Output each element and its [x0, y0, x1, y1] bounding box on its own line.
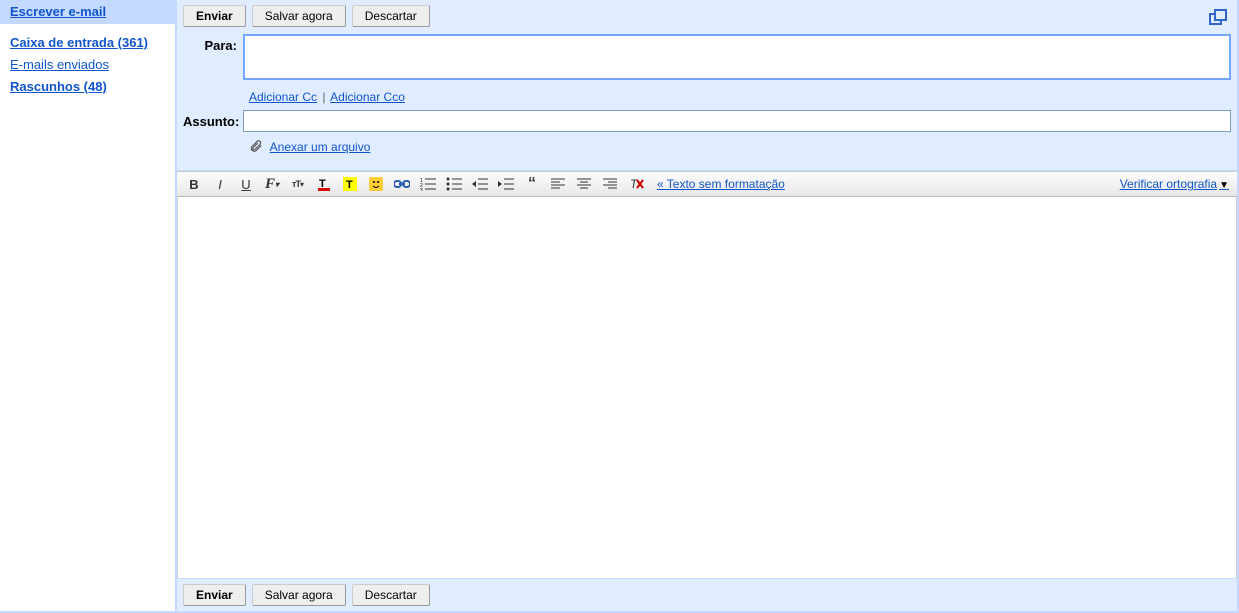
send-button[interactable]: Enviar: [183, 5, 246, 27]
sidebar-item-label[interactable]: Caixa de entrada (361): [10, 35, 148, 50]
remove-format-icon[interactable]: T: [627, 175, 645, 193]
bold-icon[interactable]: B: [185, 175, 203, 193]
discard-button-bottom[interactable]: Descartar: [352, 584, 430, 606]
save-now-button-bottom[interactable]: Salvar agora: [252, 584, 346, 606]
add-bcc-link[interactable]: Adicionar Cco: [330, 90, 405, 104]
svg-text:3: 3: [420, 188, 423, 191]
paperclip-icon: [249, 139, 263, 153]
top-button-row: Enviar Salvar agora Descartar: [177, 0, 1237, 32]
sidebar-item-sent[interactable]: E-mails enviados: [10, 54, 165, 76]
font-size-icon[interactable]: тT▾: [289, 175, 307, 193]
svg-text:T: T: [630, 177, 639, 191]
nav-list: Caixa de entrada (361) E-mails enviados …: [0, 24, 175, 106]
compose-link[interactable]: Escrever e-mail: [10, 4, 106, 19]
attach-row: Anexar um arquivo: [249, 136, 1231, 160]
indent-icon[interactable]: [497, 175, 515, 193]
dropdown-icon: ▼: [1219, 180, 1229, 191]
svg-text:T: T: [346, 179, 353, 191]
subject-field-row: Assunto:: [183, 110, 1231, 132]
formatting-toolbar: B I U F▾ тT▾ T T 123: [177, 171, 1237, 197]
popout-icon[interactable]: [1209, 9, 1225, 23]
highlight-icon[interactable]: T: [341, 175, 359, 193]
sidebar-item-drafts[interactable]: Rascunhos (48): [10, 76, 165, 98]
sidebar-item-label[interactable]: E-mails enviados: [10, 57, 109, 72]
compose-top-panel: Enviar Salvar agora Descartar Para: Adic…: [177, 0, 1237, 171]
quote-icon[interactable]: “: [523, 175, 541, 193]
link-icon[interactable]: [393, 175, 411, 193]
discard-button[interactable]: Descartar: [352, 5, 430, 27]
to-label: Para:: [183, 34, 243, 53]
spellcheck-link[interactable]: Verificar ortografia▼: [1120, 177, 1229, 191]
text-color-icon[interactable]: T: [315, 175, 333, 193]
emoji-icon[interactable]: [367, 175, 385, 193]
sidebar-item-inbox[interactable]: Caixa de entrada (361): [10, 32, 165, 54]
subject-label: Assunto:: [183, 110, 243, 129]
to-field-row: Para:: [183, 34, 1231, 83]
subject-input[interactable]: [243, 110, 1231, 132]
plain-text-link[interactable]: « Texto sem formatação: [657, 177, 785, 191]
to-input[interactable]: [243, 34, 1231, 80]
outdent-icon[interactable]: [471, 175, 489, 193]
save-now-button[interactable]: Salvar agora: [252, 5, 346, 27]
compose-bottom-panel: Enviar Salvar agora Descartar: [177, 578, 1237, 611]
italic-icon[interactable]: I: [211, 175, 229, 193]
compose-panel: Enviar Salvar agora Descartar Para: Adic…: [175, 0, 1237, 611]
message-body-area: [177, 197, 1237, 578]
font-family-icon[interactable]: F▾: [263, 175, 281, 193]
align-left-icon[interactable]: [549, 175, 567, 193]
sidebar-item-label[interactable]: Rascunhos (48): [10, 79, 107, 94]
bottom-button-row: Enviar Salvar agora Descartar: [177, 579, 1237, 611]
attach-file-link[interactable]: Anexar um arquivo: [270, 140, 371, 154]
send-button-bottom[interactable]: Enviar: [183, 584, 246, 606]
align-right-icon[interactable]: [601, 175, 619, 193]
numbered-list-icon[interactable]: 123: [419, 175, 437, 193]
compose-header: Escrever e-mail: [0, 0, 175, 24]
add-cc-link[interactable]: Adicionar Cc: [249, 90, 317, 104]
separator: |: [322, 90, 325, 104]
align-center-icon[interactable]: [575, 175, 593, 193]
underline-icon[interactable]: U: [237, 175, 255, 193]
message-body-input[interactable]: [178, 197, 1236, 578]
cc-bcc-row: Adicionar Cc | Adicionar Cco: [249, 87, 1231, 110]
bulleted-list-icon[interactable]: [445, 175, 463, 193]
sidebar: Escrever e-mail Caixa de entrada (361) E…: [0, 0, 175, 611]
